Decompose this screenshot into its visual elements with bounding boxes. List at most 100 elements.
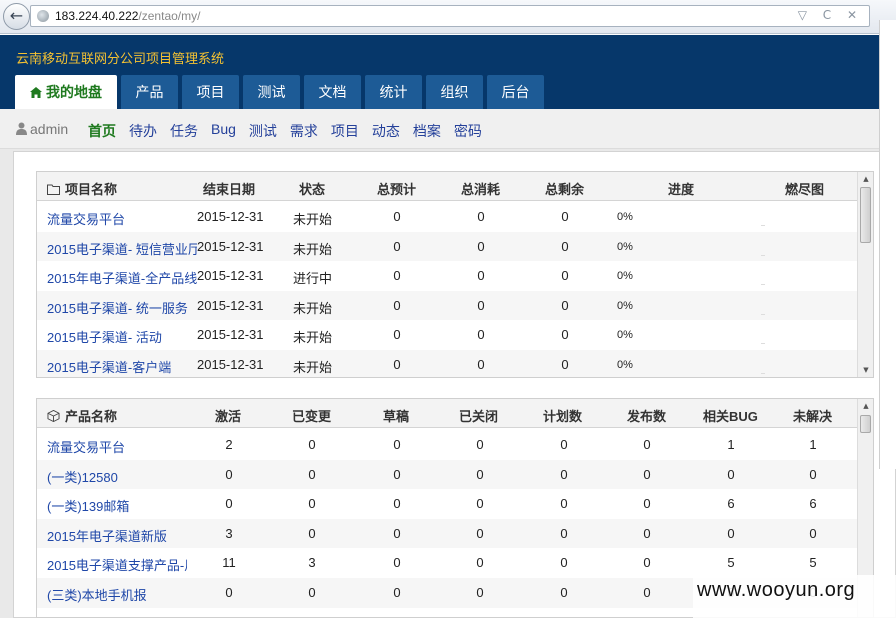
closed-cell: 0 <box>476 525 484 541</box>
left-cell: 0 <box>561 238 569 254</box>
table-row: 流量交易平台 2 0 0 0 0 0 1 1 <box>37 430 857 460</box>
consumed-cell: 0 <box>477 357 485 372</box>
status-header: 状态 <box>299 182 326 197</box>
subnav-task[interactable]: 任务 <box>170 121 198 141</box>
tab-report[interactable]: 统计 <box>365 75 422 109</box>
url-text[interactable]: 183.224.40.222/zentao/my/ <box>55 9 200 23</box>
table-row: (一类)12580 0 0 0 0 0 0 0 0 <box>37 459 857 490</box>
project-scrollbar[interactable]: ▲ ▼ <box>857 172 873 377</box>
project-name-cell[interactable]: 2015电子渠道- 统一服务 <box>47 298 197 317</box>
product-name-cell[interactable]: 流量交易平台 <box>47 437 187 456</box>
status-cell: 未开始 <box>293 360 333 375</box>
burndown-chart <box>761 284 765 286</box>
unresolved-cell: 5 <box>809 555 817 571</box>
user-menu[interactable]: admin <box>16 121 68 137</box>
subnav-story[interactable]: 需求 <box>290 121 318 141</box>
product-name-cell[interactable]: 2015年电子渠道新版 <box>47 526 187 545</box>
sub-nav-items: 首页 待办 任务 Bug 测试 需求 项目 动态 档案 密码 <box>88 121 495 141</box>
project-name-cell[interactable]: 2015电子渠道- 短信营业厅 <box>47 239 197 258</box>
status-cell: 未开始 <box>293 212 333 227</box>
end-date-cell: 2015-12-31 <box>197 209 264 224</box>
subnav-home[interactable]: 首页 <box>88 121 116 141</box>
changed-cell: 0 <box>308 585 316 600</box>
url-actions-icons[interactable]: ▽ C ✕ <box>798 8 863 22</box>
left-cell: 0 <box>561 357 569 372</box>
project-name-cell[interactable]: 2015电子渠道-客户端 <box>47 357 197 376</box>
closed-cell: 0 <box>476 466 484 482</box>
burndown-chart <box>761 313 765 315</box>
watermark: www.wooyun.org <box>693 575 896 618</box>
tab-test[interactable]: 测试 <box>243 75 300 109</box>
progress-cell: 0% <box>617 299 633 312</box>
bugs-cell: 1 <box>727 437 735 452</box>
tab-doc[interactable]: 文档 <box>304 75 361 109</box>
plans-cell: 0 <box>560 466 568 482</box>
estimate-cell: 0 <box>393 327 401 343</box>
tab-admin[interactable]: 后台 <box>487 75 544 109</box>
bugs-cell: 0 <box>727 525 735 541</box>
product-name-cell[interactable]: (三类)本地手机报 <box>47 585 187 604</box>
left-cell: 0 <box>561 297 569 313</box>
progress-cell: 0% <box>617 329 633 342</box>
consumed-cell: 0 <box>477 238 485 254</box>
plans-cell: 0 <box>560 585 568 600</box>
subnav-password[interactable]: 密码 <box>454 121 482 141</box>
table-row: 2015电子渠道-客户端 2015-12-31 未开始 0 0 0 0% <box>37 350 857 377</box>
unresolved-cell: 0 <box>809 525 817 541</box>
left-cell: 0 <box>561 268 569 284</box>
progress-header: 进度 <box>668 182 695 197</box>
draft-cell: 0 <box>393 466 401 482</box>
draft-cell: 0 <box>393 525 401 541</box>
end-date-cell: 2015-12-31 <box>197 238 264 254</box>
product-name-cell[interactable]: (一类)12580 <box>47 467 187 486</box>
table-row: 2015年电子渠道新版 3 0 0 0 0 0 0 0 <box>37 518 857 549</box>
subnav-dynamic[interactable]: 动态 <box>372 121 400 141</box>
site-globe-icon <box>37 10 49 22</box>
project-name-cell[interactable]: 2015电子渠道- 活动 <box>47 327 197 346</box>
estimate-cell: 0 <box>393 357 401 372</box>
subnav-bug[interactable]: Bug <box>211 121 236 141</box>
estimate-cell: 0 <box>393 209 401 224</box>
status-cell: 未开始 <box>293 330 333 346</box>
back-button[interactable]: ← <box>3 3 30 30</box>
end-date-cell: 2015-12-31 <box>197 297 264 313</box>
subnav-profile[interactable]: 档案 <box>413 121 441 141</box>
product-name-cell[interactable]: 2015电子渠道支撑产品-用户 <box>47 555 187 574</box>
changed-cell: 3 <box>308 555 316 571</box>
scroll-down-arrow-icon[interactable]: ▼ <box>858 363 873 377</box>
scroll-up-arrow-icon[interactable]: ▲ <box>858 172 873 186</box>
subnav-testtask[interactable]: 测试 <box>249 121 277 141</box>
product-name-cell[interactable]: (一类)139邮箱 <box>47 496 187 515</box>
bugs-cell: 0 <box>727 466 735 482</box>
releases-cell: 0 <box>643 496 651 512</box>
tab-product[interactable]: 产品 <box>121 75 178 109</box>
estimate-cell: 0 <box>393 268 401 284</box>
subnav-todo[interactable]: 待办 <box>129 121 157 141</box>
plans-cell: 0 <box>560 437 568 452</box>
plans-cell: 0 <box>560 496 568 512</box>
product-table-header: 产品名称 激活 已变更 草稿 已关闭 计划数 发布数 相关BUG 未解决 <box>37 399 857 428</box>
site-title: 云南移动互联网分公司项目管理系统 <box>16 51 225 66</box>
burndown-header: 燃尽图 <box>785 182 825 197</box>
total-left-header: 总剩余 <box>545 182 585 197</box>
total-consumed-header: 总消耗 <box>461 182 501 197</box>
changed-header: 已变更 <box>292 409 332 424</box>
project-name-cell[interactable]: 2015年电子渠道-全产品线 <box>47 268 197 287</box>
tab-project[interactable]: 项目 <box>182 75 239 109</box>
consumed-cell: 0 <box>477 297 485 313</box>
url-path: /zentao/my/ <box>138 9 201 23</box>
releases-cell: 0 <box>643 466 651 482</box>
project-name-cell[interactable]: 流量交易平台 <box>47 209 197 228</box>
product-name-header-label: 产品名称 <box>65 409 118 424</box>
project-name-header-label: 项目名称 <box>65 182 118 197</box>
tab-company[interactable]: 组织 <box>426 75 483 109</box>
bugs-cell: 6 <box>727 496 735 512</box>
address-bar[interactable]: 183.224.40.222/zentao/my/ ▽ C ✕ <box>30 5 870 27</box>
scroll-thumb[interactable] <box>860 415 871 433</box>
subnav-project[interactable]: 项目 <box>331 121 359 141</box>
tab-my[interactable]: 我的地盘 <box>15 75 117 109</box>
end-date-cell: 2015-12-31 <box>197 327 264 343</box>
scroll-thumb[interactable] <box>860 187 871 243</box>
draft-header: 草稿 <box>383 409 410 424</box>
scroll-up-arrow-icon[interactable]: ▲ <box>858 399 873 413</box>
